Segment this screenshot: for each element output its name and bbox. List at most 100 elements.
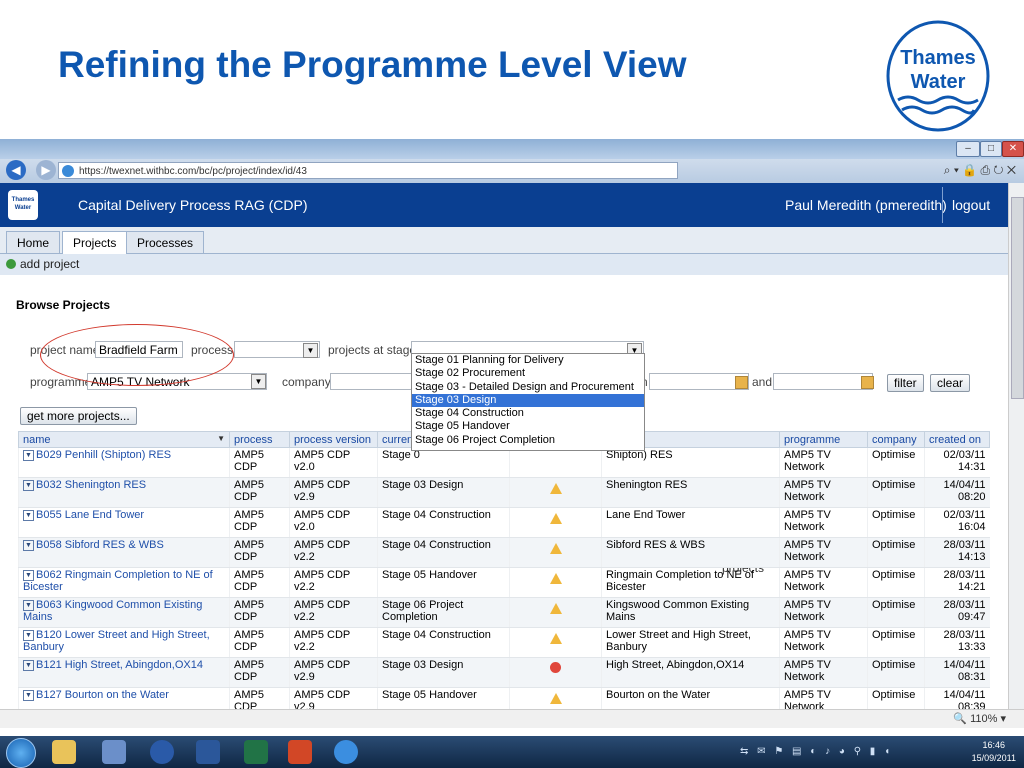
expand-icon[interactable]: ▼ (23, 629, 34, 641)
cell-process-version: AMP5 CDP v2.2 (289, 627, 378, 658)
add-icon[interactable] (6, 259, 16, 269)
project-link[interactable]: B121 High Street, Abingdon,OX14 (36, 659, 203, 671)
cell-status (509, 537, 602, 568)
process-select[interactable]: ▼ (234, 341, 320, 358)
table-row[interactable]: ▼ B062 Ringmain Completion to NE of Bices… (18, 567, 990, 598)
paint-icon[interactable] (102, 740, 126, 764)
cell-description: Lane End Tower (601, 507, 780, 538)
table-row[interactable]: ▼ B029 Penhill (Shipton) RES AMP5 CDP AMP5 … (18, 447, 990, 478)
company-select[interactable] (330, 373, 412, 390)
cell-name[interactable]: ▼ B029 Penhill (Shipton) RES (18, 447, 230, 478)
sort-down-icon[interactable]: ▼ (217, 434, 225, 443)
tab-projects[interactable]: Projects (62, 231, 128, 254)
column-header-programme[interactable]: programme (779, 431, 868, 448)
stage-option[interactable]: Stage 06 Project Completion (412, 434, 644, 447)
table-row[interactable]: ▼ B120 Lower Street and High Street, Banb… (18, 627, 990, 658)
address-bar[interactable]: https://twexnet.withbc.com/bc/pc/project… (58, 162, 678, 179)
get-more-projects-button[interactable]: get more projects... (20, 407, 137, 425)
cell-name[interactable]: ▼ B055 Lane End Tower (18, 507, 230, 538)
word-icon[interactable] (196, 740, 220, 764)
cell-created-on: 14/04/11 08:20 (924, 477, 990, 508)
expand-icon[interactable]: ▼ (23, 509, 34, 521)
cell-name[interactable]: ▼ B058 Sibford RES & WBS (18, 537, 230, 568)
minimize-icon[interactable]: – (956, 141, 980, 157)
column-header-process[interactable]: process (229, 431, 290, 448)
start-button-icon[interactable] (6, 738, 36, 768)
table-row[interactable]: ▼ B121 High Street, Abingdon,OX14 AMP5 CDP… (18, 657, 990, 688)
powerpoint-icon[interactable] (288, 740, 312, 764)
filter-button[interactable]: filter (887, 374, 924, 392)
project-link[interactable]: B029 Penhill (Shipton) RES (36, 449, 171, 461)
table-row[interactable]: ▼ B058 Sibford RES & WBS AMP5 CDP AMP5 CDP … (18, 537, 990, 568)
expand-icon[interactable]: ▼ (23, 659, 34, 671)
project-link[interactable]: B062 Ringmain Completion to NE of Bicest… (23, 569, 213, 593)
chevron-down-icon[interactable]: ▼ (303, 343, 318, 358)
vertical-scrollbar[interactable] (1008, 183, 1024, 709)
project-link[interactable]: B127 Bourton on the Water (36, 689, 169, 701)
explorer-icon[interactable] (52, 740, 76, 764)
warning-icon (549, 693, 562, 704)
table-row[interactable]: ▼ B063 Kingwood Common Existing Mains AMP5… (18, 597, 990, 628)
column-header-process-version[interactable]: process version (289, 431, 378, 448)
cell-name[interactable]: ▼ B120 Lower Street and High Street, Banb… (18, 627, 230, 658)
internet-explorer-icon[interactable] (334, 740, 358, 764)
stage-option-highlighted[interactable]: Stage 03 Design (412, 393, 644, 408)
expand-icon[interactable]: ▼ (23, 449, 34, 461)
clock[interactable]: 16:46 15/09/2011 (972, 739, 1016, 765)
cell-company: Optimise (867, 537, 925, 568)
and-label: and (752, 375, 773, 389)
address-tools[interactable]: ⌕ ▾ 🔒 ⎙ ↻ ✕ (944, 163, 1016, 178)
forward-arrow-icon[interactable]: ▶ (36, 160, 56, 180)
excel-icon[interactable] (244, 740, 268, 764)
system-tray[interactable]: ⇆ ✉ ⚑ ▤ ◐ ♪ ◕ ⚲ ▮ ◖ (740, 746, 893, 757)
column-header-created-on[interactable]: created on (924, 431, 990, 448)
scrollbar-thumb[interactable] (1011, 197, 1024, 399)
stage-option[interactable]: Stage 05 Handover (412, 420, 644, 433)
column-header-company[interactable]: company (867, 431, 925, 448)
expand-icon[interactable]: ▼ (23, 539, 34, 551)
stage-option[interactable]: Stage 02 Procurement (412, 367, 644, 380)
table-row[interactable]: ▼ B055 Lane End Tower AMP5 CDP AMP5 CDP v2.… (18, 507, 990, 538)
date-to-input[interactable] (773, 373, 873, 390)
stage-option[interactable]: Stage 03 - Detailed Design and Procureme… (412, 381, 644, 394)
media-player-icon[interactable] (150, 740, 174, 764)
close-icon[interactable]: ✕ (1002, 141, 1024, 157)
stage-option[interactable]: Stage 04 Construction (412, 407, 644, 420)
user-name[interactable]: Paul Meredith (pmeredith) (785, 197, 947, 213)
cell-current-stage: Stage 03 Design (377, 477, 510, 508)
add-project-link[interactable]: add project (20, 257, 79, 271)
tab-processes[interactable]: Processes (126, 231, 205, 253)
cell-company: Optimise (867, 567, 925, 598)
expand-icon[interactable]: ▼ (23, 689, 34, 701)
project-link[interactable]: B063 Kingwood Common Existing Mains (23, 599, 202, 623)
zoom-level[interactable]: 🔍 110% ▾ (953, 712, 1006, 725)
cell-name[interactable]: ▼ B032 Shenington RES (18, 477, 230, 508)
cell-description: Lower Street and High Street, Banbury (601, 627, 780, 658)
project-link[interactable]: B058 Sibford RES & WBS (36, 539, 164, 551)
back-arrow-icon[interactable]: ◀ (6, 160, 26, 180)
tab-home[interactable]: Home (6, 231, 61, 253)
calendar-icon[interactable] (861, 376, 874, 389)
cell-name[interactable]: ▼ B121 High Street, Abingdon,OX14 (18, 657, 230, 688)
cell-name[interactable]: ▼ B062 Ringmain Completion to NE of Bices… (18, 567, 230, 598)
cell-process-version: AMP5 CDP v2.2 (289, 597, 378, 628)
calendar-icon[interactable] (735, 376, 748, 389)
chevron-down-icon[interactable]: ▼ (251, 374, 266, 389)
project-link[interactable]: B120 Lower Street and High Street, Banbu… (23, 629, 210, 653)
clear-button[interactable]: clear (930, 374, 971, 392)
project-link[interactable]: B032 Shenington RES (36, 479, 146, 491)
logout-link[interactable]: logout (952, 197, 990, 213)
stage-option[interactable]: Stage 01 Planning for Delivery (412, 354, 644, 367)
cell-company: Optimise (867, 627, 925, 658)
column-header-name[interactable]: name ▼ (18, 431, 230, 448)
cell-created-on: 02/03/11 14:31 (924, 447, 990, 478)
cell-name[interactable]: ▼ B063 Kingwood Common Existing Mains (18, 597, 230, 628)
table-row[interactable]: ▼ B032 Shenington RES AMP5 CDP AMP5 CDP v2.… (18, 477, 990, 508)
date-from-input[interactable] (649, 373, 749, 390)
expand-icon[interactable]: ▼ (23, 479, 34, 491)
stage-dropdown-list[interactable]: Stage 01 Planning for Delivery Stage 02 … (411, 353, 645, 451)
expand-icon[interactable]: ▼ (23, 569, 34, 581)
maximize-icon[interactable]: □ (980, 141, 1002, 157)
expand-icon[interactable]: ▼ (23, 599, 34, 611)
project-link[interactable]: B055 Lane End Tower (36, 509, 144, 521)
